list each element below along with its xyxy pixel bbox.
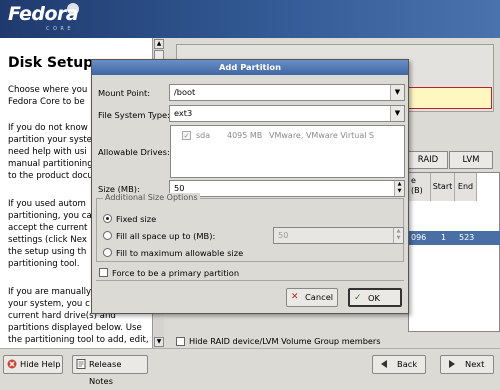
fill-upto-label: Fill all space up to (MB):	[116, 231, 216, 241]
fs-type-label: File System Type:	[98, 110, 170, 120]
column-header-start[interactable]: Start	[431, 173, 455, 201]
spin-arrows-icon: ▲ ▼	[393, 228, 403, 243]
drive-warning-box	[408, 87, 492, 109]
partition-table[interactable]: e (B) Start End 096 1 523	[408, 172, 500, 332]
chevron-down-icon[interactable]: ▼	[390, 106, 404, 121]
add-partition-dialog: Add Partition Mount Point: /boot ▼ File …	[91, 59, 409, 314]
fixed-size-radio[interactable]	[103, 214, 112, 223]
back-arrow-icon	[381, 360, 387, 368]
spin-arrows-icon[interactable]: ▲ ▼	[394, 181, 404, 196]
cell-start: 1	[441, 233, 447, 242]
fill-max-label: Fill to maximum allowable size	[116, 248, 244, 258]
fedora-core-subtitle: CORE	[46, 26, 75, 32]
drive-checkbox[interactable]: ✓	[182, 131, 191, 140]
mount-point-label: Mount Point:	[98, 88, 151, 98]
size-options-title: Additional Size Options	[103, 193, 200, 202]
cancel-button[interactable]: ✕ Cancel	[286, 288, 338, 307]
mount-point-value: /boot	[174, 87, 196, 97]
release-notes-label: Release Notes	[89, 359, 122, 386]
next-label: Next	[465, 359, 485, 369]
cell-size: 096	[411, 233, 427, 242]
hide-help-icon	[7, 359, 17, 369]
size-spinner[interactable]: 50 ▲ ▼	[169, 180, 405, 197]
hide-help-button[interactable]: Hide Help	[3, 355, 63, 374]
raid-button[interactable]: RAID	[408, 151, 448, 169]
next-arrow-icon	[449, 360, 455, 368]
hide-raid-checkbox[interactable]: Hide RAID device/LVM Volume Group member…	[176, 336, 381, 346]
primary-partition-checkbox[interactable]	[99, 268, 108, 277]
fedora-banner: Fedora CORE	[0, 0, 500, 38]
cancel-icon: ✕	[291, 292, 299, 302]
checkbox-icon[interactable]	[176, 337, 185, 346]
fill-upto-spinner: 50 ▲ ▼	[273, 227, 404, 244]
fill-upto-value: 50	[278, 230, 289, 240]
fs-type-value: ext3	[174, 108, 193, 118]
column-header-size[interactable]: e (B)	[409, 173, 431, 201]
help-title: Disk Setup	[8, 55, 94, 71]
drive-name: sda	[196, 131, 211, 140]
mount-point-combo[interactable]: /boot ▼	[169, 84, 405, 101]
fill-max-radio[interactable]	[103, 248, 112, 257]
release-notes-icon	[76, 359, 86, 369]
lvm-button[interactable]: LVM	[449, 151, 493, 169]
fill-upto-radio[interactable]	[103, 231, 112, 240]
cancel-label: Cancel	[305, 292, 334, 302]
back-label: Back	[397, 359, 418, 369]
primary-partition-label: Force to be a primary partition	[112, 268, 240, 278]
drive-size: 4095 MB	[227, 131, 263, 140]
next-button[interactable]: Next	[440, 355, 494, 374]
bottom-bar: Hide Help Release Notes Back Next	[0, 348, 500, 386]
chevron-down-icon[interactable]: ▼	[390, 85, 404, 100]
column-header-end[interactable]: End	[455, 173, 477, 201]
cell-end: 523	[459, 233, 475, 242]
size-value: 50	[174, 183, 185, 193]
scroll-up-icon[interactable]: ▲	[154, 39, 164, 49]
ok-button[interactable]: ✓ OK	[348, 288, 402, 307]
fedora-logo-icon	[67, 3, 79, 15]
allowable-drives-list[interactable]: ✓ sda 4095 MB VMware, VMware Virtual S	[170, 125, 405, 178]
table-row[interactable]: 096 1 523	[409, 231, 500, 245]
back-button[interactable]: Back	[372, 355, 426, 374]
dialog-title: Add Partition	[92, 60, 408, 75]
hide-raid-label: Hide RAID device/LVM Volume Group member…	[189, 336, 381, 346]
fixed-size-label: Fixed size	[116, 214, 157, 224]
drive-model: VMware, VMware Virtual S	[269, 131, 375, 140]
scroll-down-icon[interactable]: ▼	[154, 337, 164, 347]
fs-type-combo[interactable]: ext3 ▼	[169, 105, 405, 122]
ok-check-icon: ✓	[354, 293, 362, 303]
ok-label: OK	[368, 293, 380, 303]
dialog-separator	[96, 280, 404, 281]
release-notes-button[interactable]: Release Notes	[72, 355, 148, 386]
allowable-drives-label: Allowable Drives:	[98, 147, 170, 157]
hide-help-label: Hide Help	[20, 359, 61, 369]
